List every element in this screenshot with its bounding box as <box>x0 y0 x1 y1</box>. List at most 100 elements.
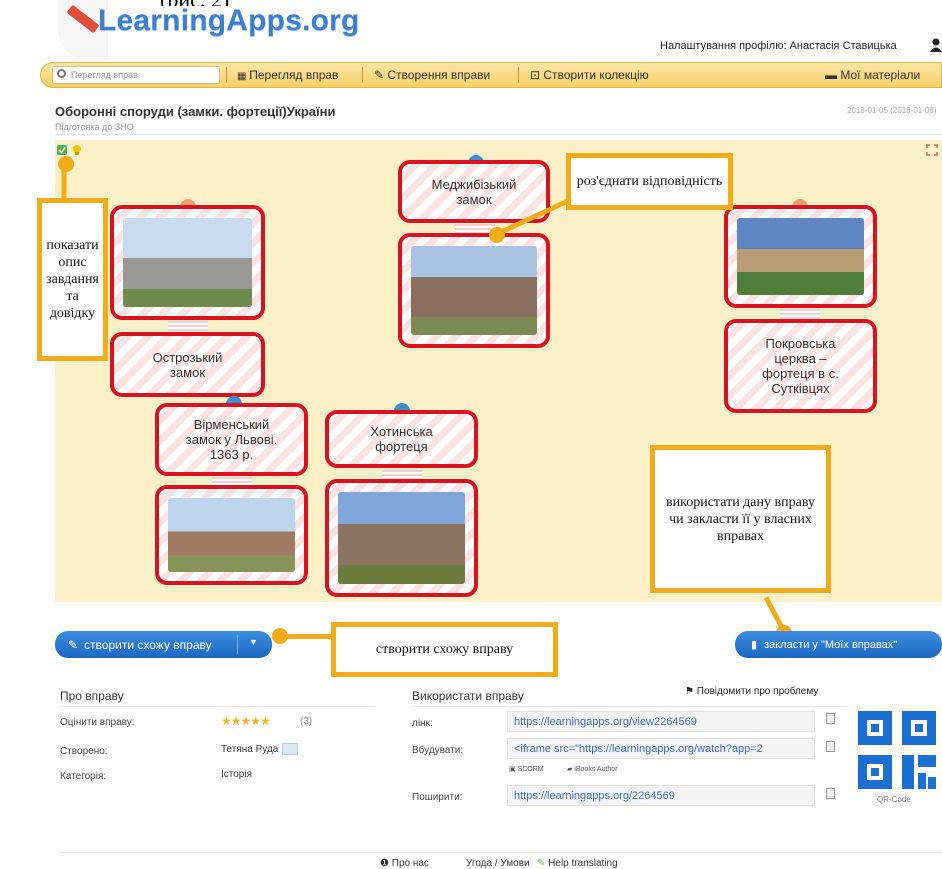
image-card-khotyn[interactable] <box>325 479 478 597</box>
flag-icon: ⚑ <box>685 686 697 697</box>
card-label: Хотинська фортеця <box>370 424 433 454</box>
exercise-title: Оборонні споруди (замки. фортеції)Україн… <box>55 104 336 119</box>
footer-terms-link[interactable]: Угода / Умови <box>466 858 530 869</box>
search-icon <box>57 69 66 78</box>
rating-stars[interactable]: ★★★★★ <box>221 714 271 728</box>
about-heading: Про вправу <box>60 689 124 703</box>
text-card-ostroh[interactable]: Острозький замок <box>110 332 265 397</box>
image-card-armenian[interactable] <box>155 485 308 585</box>
card-connector <box>168 321 208 331</box>
text-card-medzhybizh[interactable]: Меджибізький замок <box>398 160 550 223</box>
callout-use-text: використати дану вправу чи закласти її у… <box>666 494 815 544</box>
nav-separator <box>226 67 227 83</box>
bookmark-button[interactable]: ▮ закласти у "Моїх вправах" <box>735 631 942 658</box>
callout-line <box>282 634 338 639</box>
qr-code-icon[interactable] <box>858 711 938 791</box>
share-field[interactable]: https://learningapps.org/2264569 <box>507 785 815 806</box>
fullscreen-icon[interactable] <box>926 144 938 156</box>
footer-about-label: Про нас <box>391 858 429 869</box>
rate-label: Оцінити вправу: <box>60 717 135 728</box>
edit-icon: ✎ <box>68 637 79 652</box>
title-divider <box>55 134 942 135</box>
card-connector <box>780 309 820 319</box>
card-label: Острозький замок <box>152 349 223 380</box>
created-label: Створено: <box>60 746 108 757</box>
use-divider <box>412 706 847 707</box>
rating-count: (3) <box>300 716 313 727</box>
nav-materials-label: Мої матеріали <box>840 68 921 82</box>
footer-divider <box>60 852 942 853</box>
site-logo[interactable]: LearningApps.org <box>98 4 360 38</box>
exercise-date: 2018-01-05 (2018-01-08) <box>847 106 937 115</box>
fortress-photo <box>338 492 465 584</box>
callout-disconnect: роз'єднати відповідність <box>566 153 733 210</box>
nav-browse-exercises[interactable]: ▦ Перегляд вправ <box>237 68 338 82</box>
card-label: Вірменський замок у Львові. 1363 р. <box>185 417 278 462</box>
embed-field[interactable]: <iframe src="https://learningapps.org/wa… <box>507 738 815 759</box>
nav-my-materials[interactable]: ▬ Мої матеріали <box>825 68 920 82</box>
copy-icon[interactable] <box>826 788 835 799</box>
nav-create-exercise[interactable]: ✎ Створення вправи <box>374 68 490 82</box>
profile-settings-link[interactable]: Налаштування профілю: Анастасія Ставицьк… <box>660 40 897 52</box>
search-input[interactable]: Перегляд вправ <box>52 66 220 84</box>
bookmark-label: закласти у "Моїх вправах" <box>764 638 898 651</box>
ibooks-link[interactable]: ▰ iBooks Author <box>567 765 618 773</box>
package-icon: ▣ <box>509 766 518 773</box>
nav-separator <box>518 67 519 83</box>
callout-use: використати дану вправу чи закласти її у… <box>650 445 831 593</box>
footer-translate-link[interactable]: ✎ Help translating <box>537 858 618 869</box>
copy-icon[interactable] <box>826 741 835 752</box>
scorm-label: SCORM <box>517 766 544 773</box>
text-card-pokrovska[interactable]: Покровська церква – фортеця в с. Сутківц… <box>724 319 877 413</box>
report-label: Повідомити про проблему <box>696 686 819 697</box>
image-card-medzhybizh[interactable] <box>398 233 550 348</box>
exercise-subtitle: Підготовка до ЗНО <box>55 122 134 132</box>
callout-similar-text: створити схожу вправу <box>375 642 514 657</box>
scorm-link[interactable]: ▣ SCORM <box>509 765 544 773</box>
info-icon: ❶ <box>380 858 392 869</box>
castle-photo <box>168 498 295 572</box>
text-card-khotyn[interactable]: Хотинська фортеця <box>325 410 478 468</box>
link-label: лінк: <box>412 718 433 729</box>
pencil-small-icon: ✎ <box>374 68 388 82</box>
author-link[interactable]: Тетяна Руда <box>221 744 278 755</box>
report-problem-link[interactable]: ⚑ Повідомити про проблему <box>685 686 818 697</box>
bookmark-icon: ▮ <box>751 639 758 651</box>
category-value[interactable]: Історія <box>221 769 252 780</box>
image-card-pokrovska[interactable] <box>724 205 877 308</box>
message-icon[interactable] <box>282 743 298 755</box>
callout-help-text: показати опис завдання та довідку <box>46 238 99 321</box>
translate-icon: ✎ <box>537 858 549 869</box>
image-card-ostroh[interactable] <box>110 205 265 320</box>
create-similar-label: створити схожу вправу <box>84 637 212 652</box>
user-icon[interactable] <box>930 38 942 52</box>
nav-separator <box>362 67 363 83</box>
link-field[interactable]: https://learningapps.org/view2264569 <box>507 711 815 732</box>
text-card-armenian[interactable]: Вірменський замок у Львові. 1363 р. <box>155 403 308 476</box>
callout-disconnect-text: роз'єднати відповідність <box>576 174 723 189</box>
card-label: Меджибізький замок <box>431 176 517 207</box>
grid-icon: ▦ <box>237 71 250 82</box>
callout-similar: створити схожу вправу <box>331 622 558 677</box>
card-label: Покровська церква – фортеця в с. Сутківц… <box>762 336 839 396</box>
description-icon[interactable] <box>56 144 68 156</box>
about-divider <box>60 706 375 707</box>
footer-translate-label: Help translating <box>548 858 618 869</box>
share-label: Поширити: <box>412 792 463 803</box>
chevron-down-icon[interactable]: ▼ <box>249 637 258 647</box>
nav-create-label: Створення вправи <box>387 68 491 82</box>
embed-label: Вбудувати: <box>412 745 464 756</box>
copy-icon[interactable] <box>826 713 835 724</box>
nav-create-collection[interactable]: ⊡ Створити колекцію <box>530 68 649 82</box>
nav-collection-label: Створити колекцію <box>543 68 649 82</box>
create-similar-button[interactable]: ✎ створити схожу вправу ▼ <box>55 631 272 658</box>
castle-photo <box>123 218 252 307</box>
qr-code-label: QR-Code <box>877 795 911 804</box>
callout-help: показати опис завдання та довідку <box>37 198 108 361</box>
ibooks-label: iBooks Author <box>574 766 618 773</box>
category-label: Категорія: <box>60 771 107 782</box>
footer-about-link[interactable]: ❶ Про нас <box>380 858 429 869</box>
castle-photo <box>411 246 537 335</box>
lightbulb-icon[interactable] <box>71 144 83 156</box>
folder-icon: ▬ <box>825 68 841 82</box>
